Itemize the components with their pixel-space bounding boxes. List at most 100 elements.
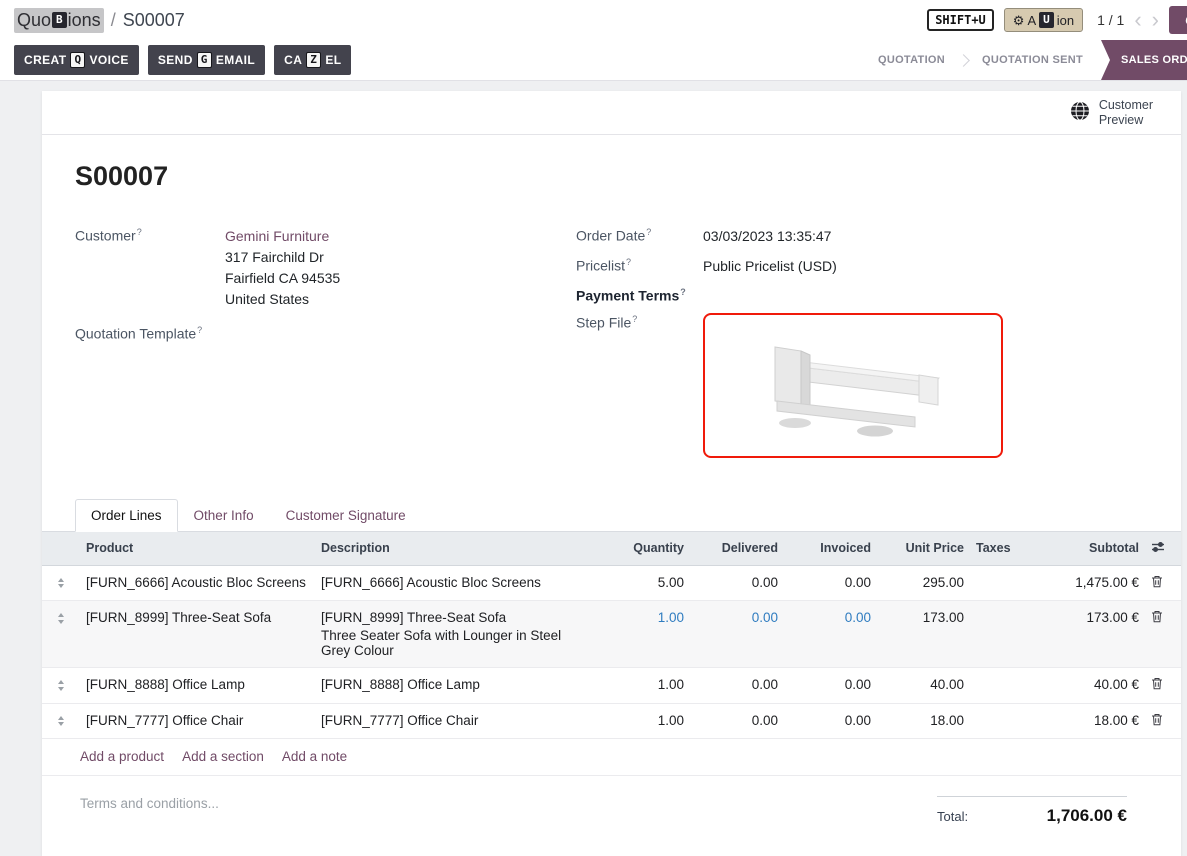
pager-next-icon[interactable]: ›: [1152, 11, 1159, 29]
help-icon[interactable]: ?: [680, 287, 686, 297]
field-pricelist: Pricelist? Public Pricelist (USD): [576, 256, 1141, 277]
cell-delivered[interactable]: 0.00: [690, 668, 784, 704]
help-icon[interactable]: ?: [626, 257, 631, 267]
cell-description[interactable]: [FURN_8888] Office Lamp: [315, 668, 595, 704]
drag-handle-icon[interactable]: [58, 713, 64, 727]
table-row[interactable]: [FURN_6666] Acoustic Bloc Screens [FURN_…: [42, 565, 1181, 601]
odoo-app: Quo B ions / S00007 SHIFT+U ⚙ A U ion 1 …: [0, 0, 1187, 856]
column-header-delivered[interactable]: Delivered: [690, 532, 784, 566]
optional-columns-icon[interactable]: [1145, 532, 1181, 566]
cell-quantity[interactable]: 1.00: [595, 668, 690, 704]
cell-unit-price[interactable]: 173.00: [877, 601, 970, 668]
send-email-button[interactable]: SEND G EMAIL: [148, 45, 265, 75]
cell-description[interactable]: [FURN_7777] Office Chair: [315, 703, 595, 739]
table-row[interactable]: [FURN_8888] Office Lamp [FURN_8888] Offi…: [42, 668, 1181, 704]
help-icon[interactable]: ?: [197, 325, 202, 335]
add-a-note-link[interactable]: Add a note: [282, 749, 347, 764]
column-header-invoiced[interactable]: Invoiced: [784, 532, 877, 566]
drag-handle-icon[interactable]: [58, 610, 64, 624]
field-quotation-template: Quotation Template?: [75, 324, 576, 342]
customer-preview-button[interactable]: Customer Preview: [1070, 98, 1153, 128]
cell-subtotal: 173.00 €: [1035, 601, 1145, 668]
drag-handle-icon[interactable]: [58, 677, 64, 691]
pricelist-value[interactable]: Public Pricelist (USD): [703, 256, 837, 277]
table-row[interactable]: [FURN_7777] Office Chair [FURN_7777] Off…: [42, 703, 1181, 739]
cell-invoiced[interactable]: 0.00: [784, 703, 877, 739]
pager-prev-icon[interactable]: ‹: [1134, 11, 1141, 29]
total-label: Total:: [937, 809, 968, 824]
tab-customer-signature[interactable]: Customer Signature: [270, 499, 422, 532]
cell-invoiced[interactable]: 0.00: [784, 668, 877, 704]
delete-row-icon[interactable]: [1151, 713, 1163, 729]
cancel-button[interactable]: CA Z EL: [274, 45, 351, 75]
help-icon[interactable]: ?: [632, 314, 637, 324]
column-header-description[interactable]: Description: [315, 532, 595, 566]
customer-preview-label-2: Preview: [1099, 113, 1153, 128]
column-header-subtotal[interactable]: Subtotal: [1035, 532, 1145, 566]
cell-unit-price[interactable]: 40.00: [877, 668, 970, 704]
cell-description[interactable]: [FURN_6666] Acoustic Bloc Screens: [315, 565, 595, 601]
column-header-unit-price[interactable]: Unit Price: [877, 532, 970, 566]
top-bar: Quo B ions / S00007 SHIFT+U ⚙ A U ion 1 …: [0, 0, 1187, 40]
delete-row-icon[interactable]: [1151, 610, 1163, 626]
cell-taxes[interactable]: [970, 565, 1035, 601]
cell-unit-price[interactable]: 18.00: [877, 703, 970, 739]
status-step-sales-order[interactable]: SALES ORDER: [1101, 40, 1187, 80]
send-email-label: SEND: [158, 53, 193, 67]
cell-subtotal: 1,475.00 €: [1035, 565, 1145, 601]
cell-quantity[interactable]: 1.00: [595, 601, 690, 668]
cell-product[interactable]: [FURN_7777] Office Chair: [80, 703, 315, 739]
delete-row-icon[interactable]: [1151, 575, 1163, 591]
cell-subtotal: 40.00 €: [1035, 668, 1145, 704]
terms-placeholder[interactable]: Terms and conditions...: [80, 796, 219, 811]
cell-quantity[interactable]: 1.00: [595, 703, 690, 739]
column-header-product[interactable]: Product: [80, 532, 315, 566]
cell-invoiced[interactable]: 0.00: [784, 601, 877, 668]
customer-label: Customer?: [75, 226, 225, 310]
send-email-label-2: EMAIL: [216, 53, 255, 67]
action-menu-button[interactable]: ⚙ A U ion: [1004, 8, 1083, 32]
cell-product[interactable]: [FURN_6666] Acoustic Bloc Screens: [80, 565, 315, 601]
cell-taxes[interactable]: [970, 601, 1035, 668]
corner-button[interactable]: Cr: [1169, 6, 1187, 34]
cell-invoiced[interactable]: 0.00: [784, 565, 877, 601]
add-a-product-link[interactable]: Add a product: [80, 749, 164, 764]
customer-link[interactable]: Gemini Furniture: [225, 226, 340, 247]
table-row[interactable]: [FURN_8999] Three-Seat Sofa [FURN_8999] …: [42, 601, 1181, 668]
action-label-prefix: A: [1027, 13, 1036, 28]
help-icon[interactable]: ?: [137, 227, 142, 237]
notebook-tabs: Order Lines Other Info Customer Signatur…: [42, 499, 1181, 532]
cell-delivered[interactable]: 0.00: [690, 565, 784, 601]
breadcrumb-parent-text: Quo: [17, 10, 51, 31]
tab-other-info[interactable]: Other Info: [178, 499, 270, 532]
cell-product[interactable]: [FURN_8888] Office Lamp: [80, 668, 315, 704]
step-file-3d-render: [723, 325, 983, 445]
column-header-taxes[interactable]: Taxes: [970, 532, 1035, 566]
cell-unit-price[interactable]: 295.00: [877, 565, 970, 601]
create-invoice-button[interactable]: CREAT Q VOICE: [14, 45, 139, 75]
status-step-quotation[interactable]: QUOTATION: [860, 40, 963, 80]
step-file-preview[interactable]: [703, 313, 1003, 458]
help-icon[interactable]: ?: [646, 227, 651, 237]
drag-handle-icon[interactable]: [58, 575, 64, 589]
order-date-value[interactable]: 03/03/2023 13:35:47: [703, 226, 831, 247]
cell-taxes[interactable]: [970, 668, 1035, 704]
field-payment-terms: Payment Terms?: [576, 286, 1141, 304]
content-area: Customer Preview S00007 Customer?: [0, 81, 1187, 856]
add-a-section-link[interactable]: Add a section: [182, 749, 264, 764]
breadcrumb-parent-text-2: ions: [68, 10, 101, 31]
breadcrumb-quotations[interactable]: Quo B ions: [14, 8, 104, 33]
cell-delivered[interactable]: 0.00: [690, 703, 784, 739]
cell-description[interactable]: [FURN_8999] Three-Seat Sofa Three Seater…: [315, 601, 595, 668]
column-header-quantity[interactable]: Quantity: [595, 532, 690, 566]
tab-order-lines[interactable]: Order Lines: [75, 499, 178, 532]
cell-taxes[interactable]: [970, 703, 1035, 739]
status-step-quotation-sent[interactable]: QUOTATION SENT: [964, 40, 1101, 80]
header-handle-spacer: [42, 532, 80, 566]
cell-product[interactable]: [FURN_8999] Three-Seat Sofa: [80, 601, 315, 668]
cancel-label-2: EL: [325, 53, 341, 67]
delete-row-icon[interactable]: [1151, 677, 1163, 693]
cell-quantity[interactable]: 5.00: [595, 565, 690, 601]
payment-terms-label: Payment Terms?: [576, 286, 703, 304]
cell-delivered[interactable]: 0.00: [690, 601, 784, 668]
